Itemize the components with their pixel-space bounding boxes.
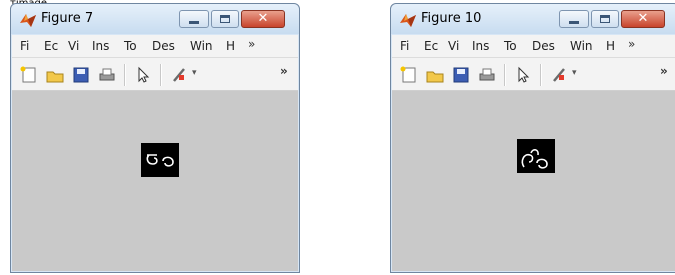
- pointer-icon[interactable]: [514, 66, 532, 84]
- figure-window-10[interactable]: Figure 10 ✕ Fi Ec Vi Ins To Des Win H »: [390, 3, 675, 273]
- minimize-button[interactable]: [179, 10, 209, 28]
- menu-file[interactable]: Fi: [400, 39, 409, 53]
- close-icon: ✕: [637, 11, 649, 26]
- figure-canvas[interactable]: [392, 91, 675, 271]
- brush-dropdown-icon[interactable]: ▾: [192, 68, 197, 78]
- print-icon[interactable]: [98, 66, 116, 84]
- window-titlebar[interactable]: Figure 10 ✕: [391, 4, 675, 34]
- toolbar-separator: [160, 64, 162, 86]
- save-icon[interactable]: [452, 66, 470, 84]
- figure-toolbar: ▾ »: [392, 58, 675, 91]
- menu-overflow-icon[interactable]: »: [628, 37, 635, 51]
- matlab-icon: [400, 14, 416, 27]
- close-button[interactable]: ✕: [621, 10, 665, 28]
- menu-desktop[interactable]: Des: [532, 39, 555, 53]
- toolbar-separator: [504, 64, 506, 86]
- toolbar-overflow-icon[interactable]: »: [280, 64, 288, 78]
- toolbar-separator: [540, 64, 542, 86]
- glyph-image-drawing: [146, 154, 174, 167]
- glyph-image-drawing: [521, 149, 548, 169]
- menu-edit[interactable]: Ec: [424, 39, 438, 53]
- print-icon[interactable]: [478, 66, 496, 84]
- menu-help[interactable]: H: [226, 39, 235, 53]
- maximize-icon: [600, 15, 610, 23]
- window-title: Figure 7: [41, 11, 94, 26]
- menu-insert[interactable]: Ins: [92, 39, 109, 53]
- maximize-button[interactable]: [591, 10, 619, 28]
- open-folder-icon[interactable]: [46, 66, 64, 84]
- toolbar-separator: [124, 64, 126, 86]
- minimize-icon: [189, 21, 199, 24]
- menu-view[interactable]: Vi: [68, 39, 79, 53]
- new-file-icon[interactable]: [400, 66, 418, 84]
- new-file-icon[interactable]: [20, 66, 38, 84]
- menu-view[interactable]: Vi: [448, 39, 459, 53]
- window-title: Figure 10: [421, 11, 482, 26]
- figure-toolbar: ▾ »: [12, 58, 298, 91]
- menu-bar: Fi Ec Vi Ins To Des Win H »: [392, 35, 675, 58]
- menu-insert[interactable]: Ins: [472, 39, 489, 53]
- maximize-button[interactable]: [211, 10, 239, 28]
- pointer-icon[interactable]: [134, 66, 152, 84]
- minimize-button[interactable]: [559, 10, 589, 28]
- menu-bar: Fi Ec Vi Ins To Des Win H »: [12, 35, 298, 58]
- toolbar-overflow-icon[interactable]: »: [660, 64, 668, 78]
- save-icon[interactable]: [72, 66, 90, 84]
- menu-edit[interactable]: Ec: [44, 39, 58, 53]
- menu-window[interactable]: Win: [190, 39, 213, 53]
- menu-help[interactable]: H: [606, 39, 615, 53]
- minimize-icon: [569, 21, 579, 24]
- figure-canvas[interactable]: [12, 91, 298, 271]
- matlab-icon: [20, 14, 36, 27]
- window-titlebar[interactable]: Figure 7 ✕: [11, 4, 299, 34]
- close-icon: ✕: [257, 11, 269, 26]
- menu-window[interactable]: Win: [570, 39, 593, 53]
- brush-dropdown-icon[interactable]: ▾: [572, 68, 577, 78]
- menu-file[interactable]: Fi: [20, 39, 29, 53]
- close-button[interactable]: ✕: [241, 10, 285, 28]
- menu-tools[interactable]: To: [504, 39, 517, 53]
- brush-icon[interactable]: [170, 66, 188, 84]
- open-folder-icon[interactable]: [426, 66, 444, 84]
- figure-window-7[interactable]: Figure 7 ✕ Fi Ec Vi Ins To Des Win H » ▾…: [10, 3, 300, 273]
- menu-desktop[interactable]: Des: [152, 39, 175, 53]
- menu-tools[interactable]: To: [124, 39, 137, 53]
- glyph-image: [141, 143, 179, 177]
- glyph-image: [517, 139, 555, 173]
- maximize-icon: [220, 15, 230, 23]
- brush-icon[interactable]: [550, 66, 568, 84]
- menu-overflow-icon[interactable]: »: [248, 37, 255, 51]
